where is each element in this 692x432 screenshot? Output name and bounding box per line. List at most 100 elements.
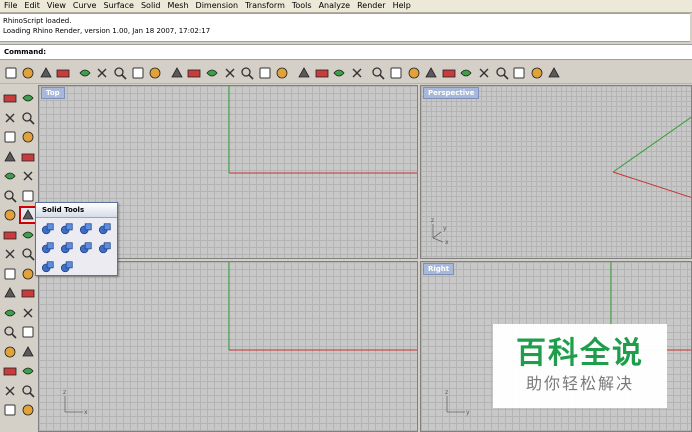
- pan-icon[interactable]: [168, 64, 185, 82]
- extrude-icon[interactable]: [20, 227, 36, 243]
- render-sphere-icon[interactable]: [475, 64, 492, 82]
- ghost-icon[interactable]: [458, 64, 475, 82]
- undo-view-icon[interactable]: [274, 64, 291, 82]
- render-mesh-icon[interactable]: [20, 402, 36, 418]
- group-icon[interactable]: [2, 344, 18, 360]
- menu-help[interactable]: Help: [389, 0, 414, 12]
- solid-edit-icon[interactable]: [59, 259, 75, 275]
- viewport-perspective[interactable]: z y x Perspective: [420, 85, 692, 259]
- render-preview-icon[interactable]: [440, 64, 457, 82]
- menu-render[interactable]: Render: [353, 0, 388, 12]
- merge-faces-icon[interactable]: [78, 240, 94, 256]
- curve-icon[interactable]: [20, 110, 36, 126]
- boolean-difference-icon[interactable]: [59, 221, 75, 237]
- rotate-view-icon[interactable]: [186, 64, 203, 82]
- ellipse-icon[interactable]: [20, 129, 36, 145]
- zoom-extents-icon[interactable]: [239, 64, 256, 82]
- svg-text:z: z: [431, 217, 434, 224]
- split-icon[interactable]: [20, 266, 36, 282]
- layer-icon[interactable]: [2, 363, 18, 379]
- fillet-curve-icon[interactable]: [20, 168, 36, 184]
- boolean-intersection-icon[interactable]: [78, 221, 94, 237]
- zoom-selected-icon[interactable]: [256, 64, 273, 82]
- menu-view[interactable]: View: [43, 0, 69, 12]
- render-icon[interactable]: [2, 383, 18, 399]
- circle-icon[interactable]: [2, 129, 18, 145]
- fillet-edges-icon[interactable]: [40, 259, 56, 275]
- boolean-split-icon[interactable]: [97, 221, 113, 237]
- loft-icon[interactable]: [20, 188, 36, 204]
- menu-file[interactable]: File: [0, 0, 20, 12]
- new-icon[interactable]: [2, 64, 19, 82]
- viewport-title[interactable]: Right: [423, 263, 455, 275]
- point-icon[interactable]: [20, 90, 36, 106]
- viewport-title[interactable]: Top: [41, 87, 65, 99]
- polygon-icon[interactable]: [2, 168, 18, 184]
- surface-icon[interactable]: [2, 188, 18, 204]
- sphere-icon[interactable]: [2, 402, 18, 418]
- command-history: RhinoScript loaded. Loading Rhino Render,…: [0, 13, 690, 42]
- select-arrow-icon[interactable]: [2, 90, 18, 106]
- material-icon[interactable]: [493, 64, 510, 82]
- transform-icon[interactable]: [2, 246, 18, 262]
- import-icon[interactable]: [76, 64, 93, 82]
- shade-icon[interactable]: [423, 64, 440, 82]
- undo-icon[interactable]: [147, 64, 164, 82]
- cap-holes-icon[interactable]: [59, 240, 75, 256]
- cut-icon[interactable]: [94, 64, 111, 82]
- zoom-window-icon[interactable]: [204, 64, 221, 82]
- select-icon[interactable]: [370, 64, 387, 82]
- svg-text:y: y: [443, 225, 447, 232]
- extract-surface-icon[interactable]: [40, 240, 56, 256]
- save-icon[interactable]: [37, 64, 54, 82]
- light-icon[interactable]: [387, 64, 404, 82]
- solid-tools-icon[interactable]: [19, 206, 37, 224]
- menu-transform[interactable]: Transform: [241, 0, 288, 12]
- viewport-title[interactable]: Perspective: [423, 87, 480, 99]
- points-icon[interactable]: [348, 64, 365, 82]
- menu-analyze[interactable]: Analyze: [315, 0, 354, 12]
- box-icon[interactable]: [2, 207, 18, 223]
- watermark-subtitle: 助你轻松解决: [525, 374, 634, 393]
- menu-mesh[interactable]: Mesh: [163, 0, 191, 12]
- menu-solid[interactable]: Solid: [137, 0, 164, 12]
- menu-dimension[interactable]: Dimension: [192, 0, 242, 12]
- zoom-dynamic-icon[interactable]: [221, 64, 238, 82]
- mesh-icon[interactable]: [2, 305, 18, 321]
- menu-edit[interactable]: Edit: [20, 0, 43, 12]
- copy-icon[interactable]: [112, 64, 129, 82]
- trim-icon[interactable]: [2, 266, 18, 282]
- svg-text:y: y: [466, 409, 470, 416]
- command-line[interactable]: Command:: [0, 44, 692, 60]
- analyze-icon[interactable]: [20, 344, 36, 360]
- boolean-union-icon[interactable]: [40, 221, 56, 237]
- four-viewports-icon[interactable]: [296, 64, 313, 82]
- point-cloud-icon[interactable]: [20, 305, 36, 321]
- options-icon[interactable]: [511, 64, 528, 82]
- osnap-icon[interactable]: [528, 64, 545, 82]
- lock-icon[interactable]: [405, 64, 422, 82]
- properties-icon[interactable]: [20, 363, 36, 379]
- help-icon[interactable]: [546, 64, 563, 82]
- dimension-icon[interactable]: [2, 324, 18, 340]
- grid-icon[interactable]: [20, 383, 36, 399]
- join-icon[interactable]: [2, 285, 18, 301]
- polyline-icon[interactable]: [2, 110, 18, 126]
- rectangle-icon[interactable]: [20, 149, 36, 165]
- array-icon[interactable]: [20, 246, 36, 262]
- explode-icon[interactable]: [20, 285, 36, 301]
- paste-icon[interactable]: [129, 64, 146, 82]
- print-icon[interactable]: [55, 64, 72, 82]
- menu-surface[interactable]: Surface: [99, 0, 136, 12]
- menu-tools[interactable]: Tools: [288, 0, 315, 12]
- render-icon[interactable]: [331, 64, 348, 82]
- cylinder-icon[interactable]: [2, 227, 18, 243]
- shell-icon[interactable]: [97, 240, 113, 256]
- menu-curve[interactable]: Curve: [69, 0, 100, 12]
- arc-icon[interactable]: [2, 149, 18, 165]
- car-icon[interactable]: [313, 64, 330, 82]
- viewport-front[interactable]: z x: [38, 261, 418, 432]
- open-icon[interactable]: [20, 64, 37, 82]
- text-icon[interactable]: [20, 324, 36, 340]
- world-axes: z x: [63, 262, 417, 416]
